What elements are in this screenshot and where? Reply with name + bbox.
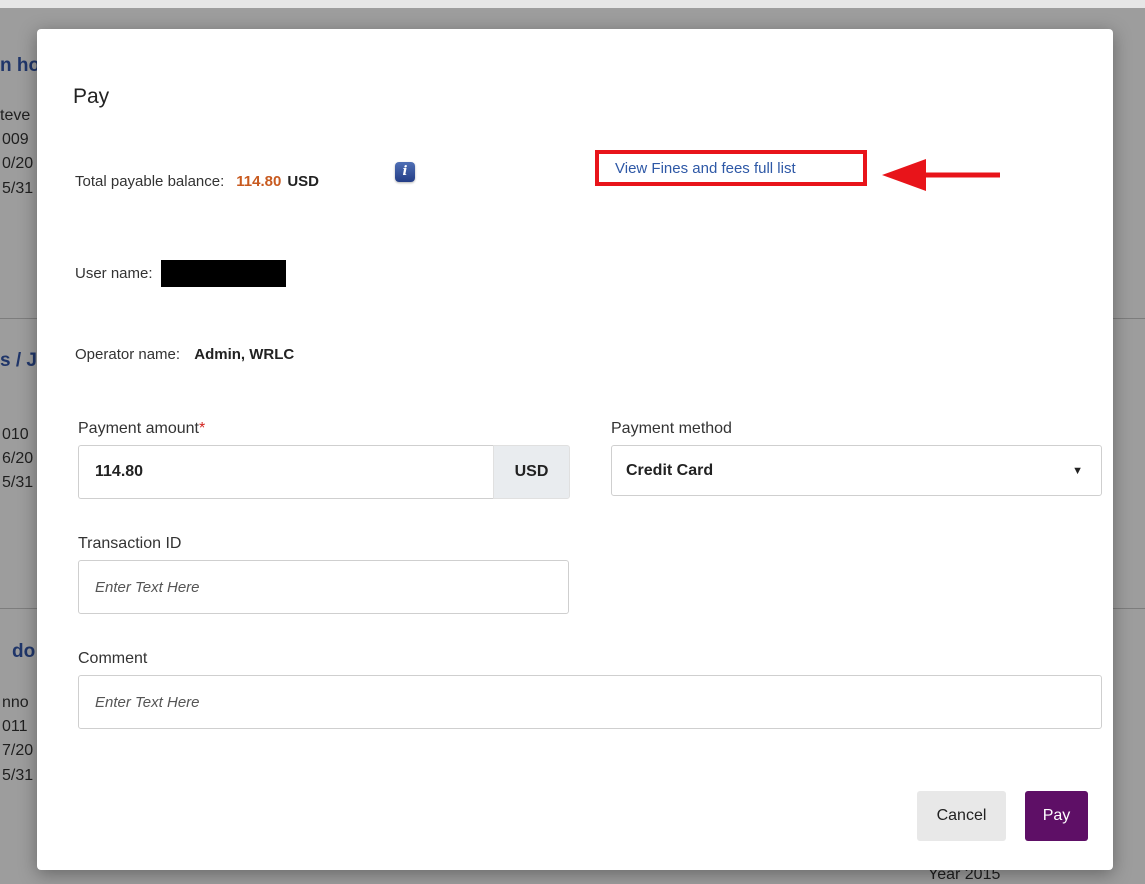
payment-amount-label: Payment amount* — [78, 420, 205, 438]
username-label: User name: — [75, 265, 153, 282]
balance-currency: USD — [287, 173, 320, 190]
caret-down-icon: ▼ — [1072, 464, 1083, 477]
payment-method-label: Payment method — [611, 420, 732, 437]
bg-snippet: teve — [0, 107, 31, 124]
bg-snippet: 009 — [2, 131, 29, 148]
bg-snippet: 6/20 — [2, 450, 34, 467]
operator-label: Operator name: — [75, 346, 181, 363]
payment-method-value: Credit Card — [626, 461, 714, 479]
payment-amount-label-text: Payment amount — [78, 420, 199, 437]
bg-snippet: 010 — [2, 426, 29, 443]
info-icon[interactable]: i — [395, 162, 415, 182]
background-topbar — [0, 0, 1145, 8]
bg-divider — [0, 318, 37, 319]
username-row: User name: — [75, 260, 286, 287]
bg-snippet: 7/20 — [2, 742, 34, 759]
bg-snippet: 0/20 — [2, 155, 34, 172]
bg-snippet: do — [12, 641, 36, 662]
arrow-annotation-icon — [882, 159, 1000, 191]
bg-snippet: 5/31 — [2, 767, 34, 784]
comment-input[interactable]: Enter Text Here — [78, 675, 1102, 729]
required-mark: * — [198, 420, 206, 437]
redacted-username — [160, 260, 286, 287]
balance-amount: 114.80 — [236, 173, 282, 190]
pay-button[interactable]: Pay — [1025, 791, 1088, 841]
bg-snippet: n ho — [0, 55, 41, 76]
operator-row: Operator name: Admin, WRLC — [75, 346, 294, 363]
operator-value: Admin, WRLC — [194, 346, 295, 363]
transaction-id-input[interactable]: Enter Text Here — [78, 560, 569, 614]
bg-divider — [0, 608, 37, 609]
bg-snippet: s / J — [0, 350, 37, 371]
view-fines-link[interactable]: View Fines and fees full list — [615, 160, 796, 177]
balance-row: Total payable balance: 114.80 USD — [75, 173, 319, 190]
payment-amount-input[interactable]: 114.80 — [78, 445, 494, 499]
bg-snippet: 011 — [2, 718, 28, 735]
transaction-id-label: Transaction ID — [78, 535, 182, 552]
bg-snippet: nno — [2, 694, 29, 711]
comment-label: Comment — [78, 650, 148, 667]
dialog-title: Pay — [73, 85, 110, 108]
pay-dialog: Pay Total payable balance: 114.80 USD i … — [37, 29, 1113, 870]
highlight-box: View Fines and fees full list — [595, 150, 867, 186]
cancel-button[interactable]: Cancel — [917, 791, 1006, 841]
balance-label: Total payable balance: — [75, 173, 225, 190]
bg-snippet: 5/31 — [2, 474, 34, 491]
bg-snippet: 5/31 — [2, 180, 34, 197]
currency-addon: USD — [493, 445, 570, 499]
payment-method-select[interactable]: Credit Card ▼ — [611, 445, 1102, 496]
